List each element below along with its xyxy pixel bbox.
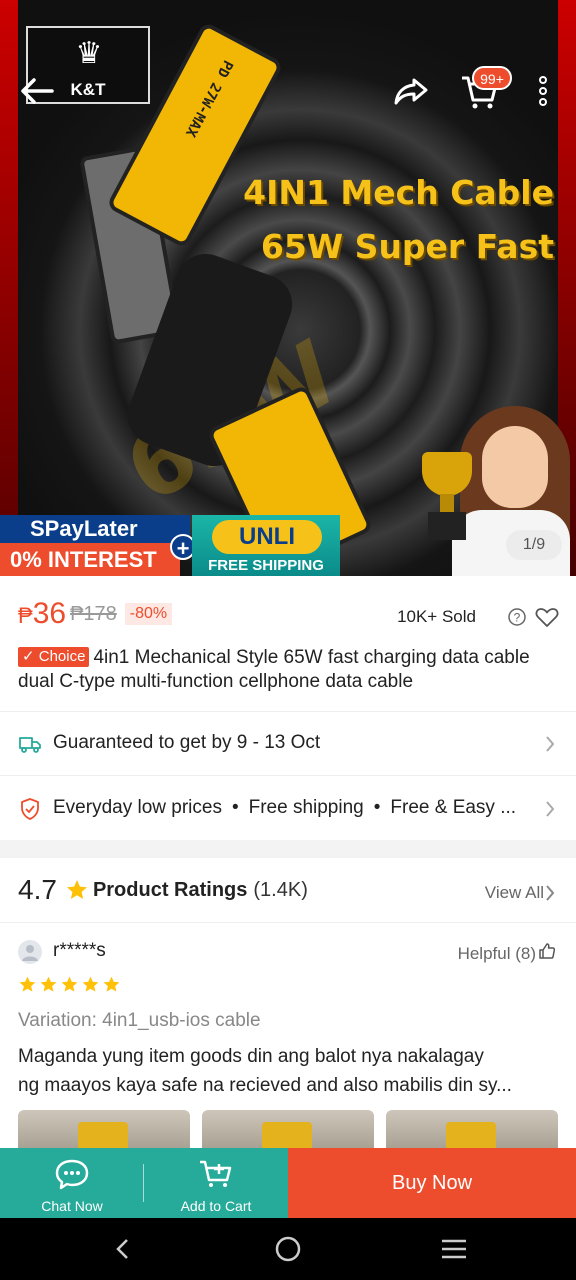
chat-bubble-icon <box>54 1158 90 1190</box>
system-navigation-bar <box>0 1218 576 1280</box>
spaylater-brand: SPayLater <box>0 515 190 543</box>
bottom-action-bar: Chat Now Add to Cart Buy Now <box>0 1148 576 1218</box>
question-icon[interactable]: ? <box>507 607 527 627</box>
delivery-truck-icon <box>18 732 42 756</box>
star-icon <box>19 976 36 992</box>
benefits-text: Everyday low prices • Free shipping • Free &… <box>53 797 517 818</box>
buy-now-button[interactable]: Buy Now <box>288 1148 576 1218</box>
add-to-cart-label: Add to Cart <box>180 1198 252 1214</box>
spaylater-banner: SPayLater 0% INTEREST <box>0 515 190 576</box>
ratings-title: Product Ratings <box>92 878 248 901</box>
free-shipping-banner: UNLI FREE SHIPPING <box>192 515 340 576</box>
spaylater-offer: 0% INTEREST <box>0 543 180 576</box>
chevron-right-icon <box>544 734 556 754</box>
hero-headline: 4IN1 Mech Cable 65W Super Fast <box>243 166 554 274</box>
svg-text:?: ? <box>514 611 521 625</box>
view-all-link[interactable]: View All <box>485 883 544 903</box>
nav-recent-apps-icon[interactable] <box>440 1237 468 1261</box>
current-price: ₱36 <box>18 597 66 631</box>
discount-badge: -80% <box>124 603 173 625</box>
crown-icon: ♛ <box>75 37 103 70</box>
helpful-count[interactable]: Helpful (8) <box>458 944 536 964</box>
avatar <box>18 940 42 964</box>
benefit-free-shipping: Free shipping <box>248 797 364 818</box>
reviewer-name: r*****s <box>53 940 106 961</box>
chevron-right-icon[interactable] <box>545 884 555 902</box>
hero-headline-line1: 4IN1 Mech Cable <box>243 173 554 212</box>
benefits-row[interactable]: Everyday low prices • Free shipping • Free &… <box>0 775 576 840</box>
image-page-indicator: 1/9 <box>506 530 562 560</box>
product-title-text: 4in1 Mechanical Style 65W fast charging … <box>18 647 530 692</box>
thumbs-up-icon[interactable] <box>538 942 556 960</box>
star-icon <box>40 976 57 992</box>
price-row: ₱36 ₱178 -80% <box>18 596 173 632</box>
back-arrow-icon[interactable] <box>14 68 60 114</box>
review-stars <box>18 975 121 994</box>
delivery-row[interactable]: Guaranteed to get by 9 - 13 Oct <box>0 711 576 775</box>
choice-badge: ✓ Choice <box>18 647 90 667</box>
star-icon <box>66 880 87 899</box>
cart-count-badge: 99+ <box>472 66 512 90</box>
product-title: ✓ Choice 4in1 Mechanical Style 65W fast c… <box>18 646 558 694</box>
chat-now-button[interactable]: Chat Now <box>0 1148 144 1218</box>
benefit-free-returns: Free & Easy ... <box>390 797 517 818</box>
review-photo[interactable] <box>18 1110 190 1150</box>
price-value: 36 <box>32 597 67 630</box>
section-gap <box>0 840 576 858</box>
ratings-header: 4.7 Product Ratings (1.4K) <box>18 874 308 906</box>
review-photo[interactable] <box>386 1110 558 1150</box>
hero-headline-line2: 65W Super Fast <box>260 227 554 266</box>
unli-title: UNLI <box>212 520 322 554</box>
original-price: ₱178 <box>70 602 117 625</box>
review-line-1: Maganda yung item goods din ang balot ny… <box>18 1046 484 1067</box>
nav-home-icon[interactable] <box>274 1235 302 1263</box>
more-options-icon[interactable] <box>520 68 566 114</box>
review-line-2: ng maayos kaya safe na recieved and also… <box>18 1075 512 1096</box>
chevron-right-icon <box>544 799 556 819</box>
review-photo[interactable] <box>202 1110 374 1150</box>
ratings-count: (1.4K) <box>253 878 308 901</box>
star-icon <box>103 976 120 992</box>
shield-check-icon <box>18 797 42 821</box>
star-icon <box>82 976 99 992</box>
unli-subtitle: FREE SHIPPING <box>208 557 324 574</box>
nav-back-icon[interactable] <box>110 1236 136 1262</box>
cable-label: PD 27W-MAX <box>181 57 236 140</box>
share-icon[interactable] <box>388 68 434 114</box>
delivery-text: Guaranteed to get by 9 - 13 Oct <box>53 732 321 753</box>
chat-now-label: Chat Now <box>41 1198 103 1214</box>
star-icon <box>61 976 78 992</box>
currency-symbol: ₱ <box>18 603 33 628</box>
divider <box>0 922 576 923</box>
benefit-low-prices: Everyday low prices <box>53 797 222 818</box>
favorite-heart-icon[interactable] <box>535 606 559 628</box>
review-text: Maganda yung item goods din ang balot ny… <box>18 1042 558 1100</box>
add-cart-icon <box>198 1158 234 1190</box>
review-variation: Variation: 4in1_usb-ios cable <box>18 1010 261 1031</box>
add-to-cart-button[interactable]: Add to Cart <box>144 1148 288 1218</box>
rating-score: 4.7 <box>18 874 57 905</box>
sold-count: 10K+ Sold <box>397 607 476 626</box>
